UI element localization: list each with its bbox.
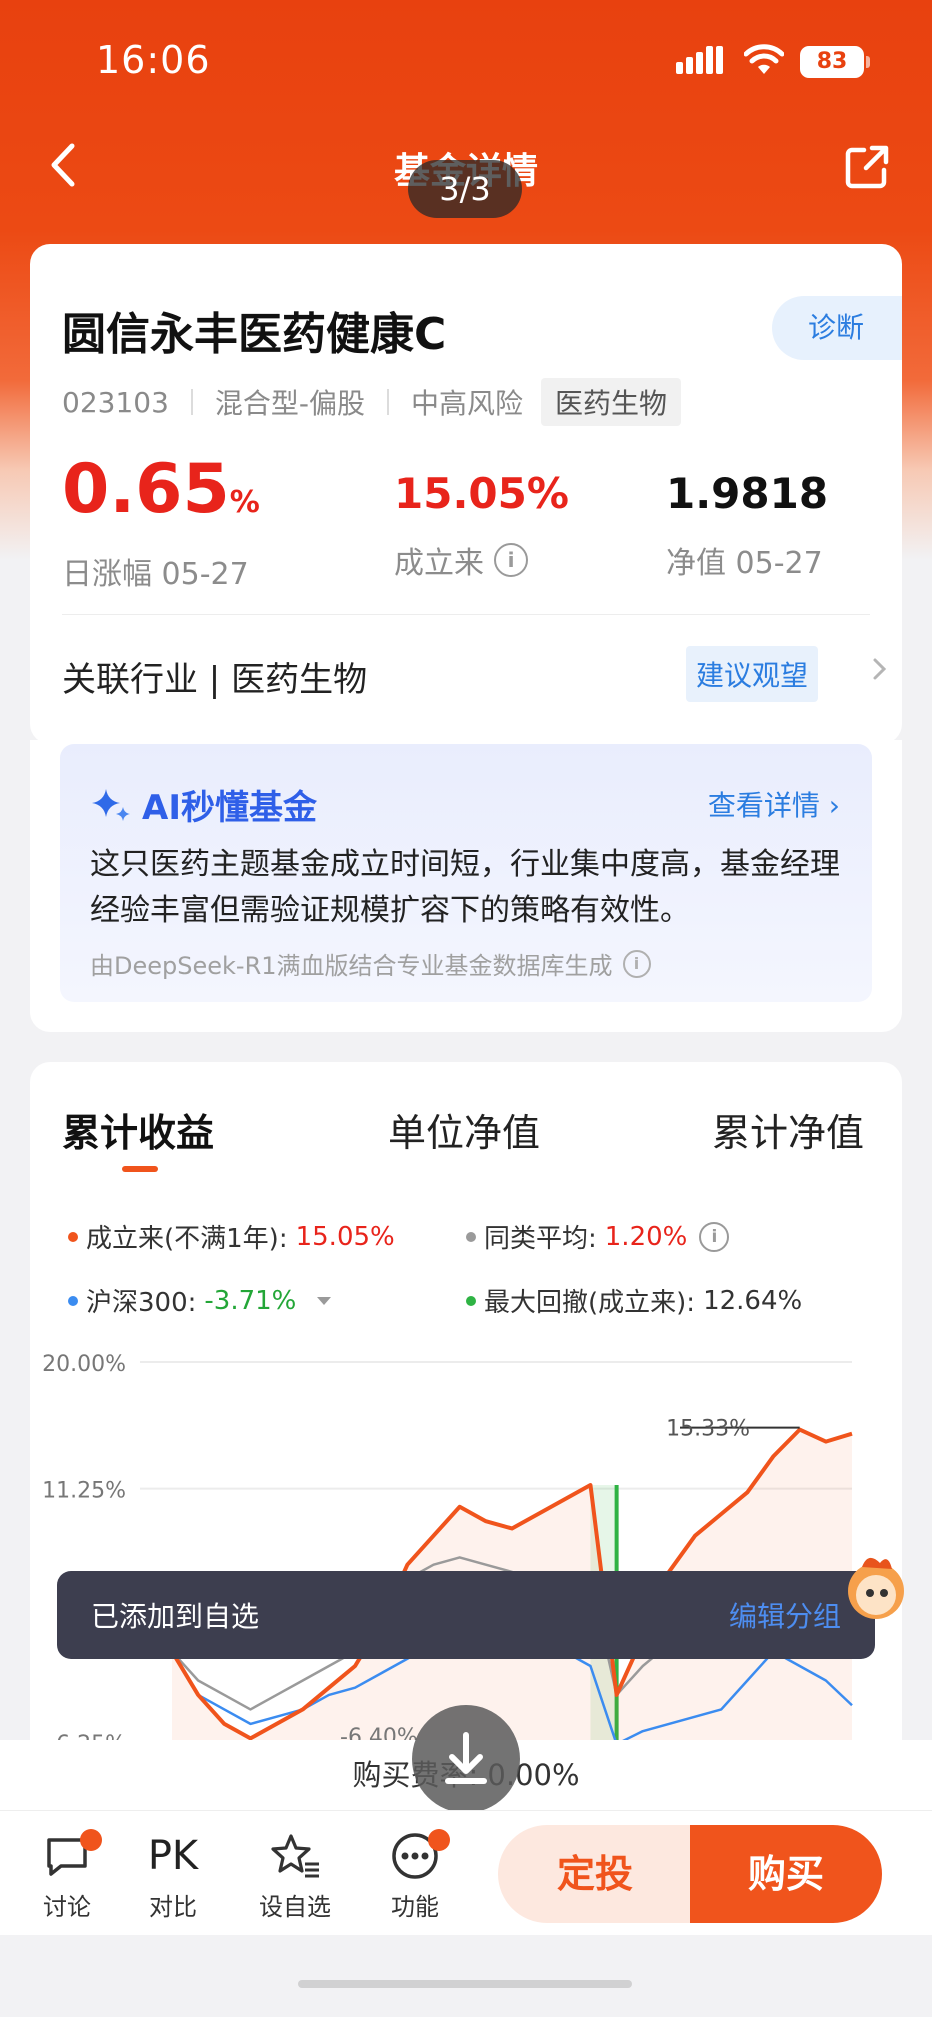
download-button[interactable] bbox=[412, 1705, 520, 1813]
cellular-signal-icon bbox=[676, 46, 726, 78]
mascot-icon[interactable] bbox=[832, 1545, 912, 1625]
y-tick-label: 11.25% bbox=[42, 1479, 126, 1504]
status-time: 16:06 bbox=[96, 38, 211, 82]
page-indicator: 3/3 bbox=[408, 160, 522, 218]
info-icon[interactable]: i bbox=[494, 543, 528, 577]
more-functions-label: 功能 bbox=[391, 1893, 439, 1921]
fund-meta: 023103 混合型-偏股 中高风险 医药生物 bbox=[62, 378, 682, 426]
battery-indicator: 83 bbox=[800, 46, 864, 78]
add-watchlist-label: 设自选 bbox=[259, 1893, 331, 1921]
chevron-right-icon[interactable] bbox=[870, 654, 890, 692]
ai-footer: 由DeepSeek-R1满血版结合专业基金数据库生成 i bbox=[90, 946, 651, 981]
buy-button[interactable]: 购买 bbox=[690, 1825, 882, 1923]
performance-chart-card: 累计收益 单位净值 累计净值 成立来(不满1年): 15.05% 同类平均: 1.2… bbox=[30, 1062, 902, 1782]
toast-message: 已添加到自选 bbox=[91, 1600, 260, 1633]
ai-detail-link[interactable]: 查看详情 › bbox=[708, 784, 840, 824]
ai-summary-text: 这只医药主题基金成立时间短，行业集中度高，基金经理经验丰富但需验证规模扩容下的策… bbox=[90, 847, 840, 928]
since-inception-stat: 15.05% 成立来 i bbox=[394, 468, 569, 582]
fund-risk: 中高风险 bbox=[411, 387, 524, 420]
since-inception-value: 15.05% bbox=[394, 469, 569, 518]
fund-code: 023103 bbox=[62, 385, 169, 419]
pk-icon: PK bbox=[147, 1833, 199, 1879]
share-icon[interactable] bbox=[842, 142, 892, 196]
add-watchlist-button[interactable]: 设自选 bbox=[250, 1825, 340, 1922]
battery-tip bbox=[866, 56, 870, 68]
ai-detail-label: 查看详情 bbox=[707, 789, 820, 822]
nav-value: 1.9818 bbox=[666, 469, 829, 518]
ai-footer-text: 由DeepSeek-R1满血版结合专业基金数据库生成 bbox=[90, 952, 613, 980]
nav-label: 净值 05-27 bbox=[666, 546, 823, 581]
notification-dot bbox=[428, 1829, 450, 1851]
since-inception-label: 成立来 bbox=[394, 546, 484, 581]
ai-summary-card: AI秒懂基金 查看详情 › 这只医药主题基金成立时间短，行业集中度高，基金经理经… bbox=[30, 740, 902, 1032]
meta-divider bbox=[190, 389, 193, 415]
sparkle-icon bbox=[92, 788, 130, 821]
compare-button[interactable]: PK 对比 bbox=[128, 1825, 218, 1922]
fund-name: 圆信永丰医药健康C bbox=[62, 309, 447, 360]
home-indicator bbox=[298, 1980, 632, 1988]
home-indicator-area bbox=[0, 1935, 932, 2017]
daily-change-stat: 0.65% 日涨幅 05-27 bbox=[62, 452, 260, 593]
ai-summary-box[interactable]: AI秒懂基金 查看详情 › 这只医药主题基金成立时间短，行业集中度高，基金经理经… bbox=[60, 744, 872, 1002]
more-functions-button[interactable]: 功能 bbox=[370, 1825, 460, 1922]
fund-type: 混合型-偏股 bbox=[214, 387, 365, 420]
diagnose-button[interactable]: 诊断 bbox=[772, 296, 902, 360]
divider bbox=[62, 614, 870, 615]
notification-dot bbox=[80, 1829, 102, 1851]
edit-group-button[interactable]: 编辑分组 bbox=[729, 1595, 841, 1635]
daily-change-unit: % bbox=[229, 485, 260, 520]
meta-divider bbox=[387, 389, 389, 415]
related-industry[interactable]: 关联行业 | 医药生物 bbox=[62, 652, 367, 701]
discuss-label: 讨论 bbox=[43, 1893, 91, 1921]
ai-title: AI秒懂基金 bbox=[90, 780, 317, 829]
bottom-action-bar: 讨论 PK 对比 设自选 功能 定投 购买 bbox=[0, 1810, 932, 1935]
advice-badge[interactable]: 建议观望 bbox=[686, 646, 819, 702]
return-chart[interactable]: 20.00%11.25%-6.25%15.33%-6.40% bbox=[30, 1062, 902, 1782]
discuss-button[interactable]: 讨论 bbox=[22, 1825, 112, 1922]
wifi-icon bbox=[743, 44, 785, 80]
compare-label: 对比 bbox=[149, 1893, 197, 1921]
sector-tag: 医药生物 bbox=[541, 378, 682, 426]
max-annotation: 15.33% bbox=[666, 1417, 750, 1442]
nav-stat: 1.9818 净值 05-27 bbox=[666, 468, 828, 582]
download-icon bbox=[445, 1732, 487, 1784]
y-tick-label: 20.00% bbox=[42, 1352, 126, 1377]
daily-change-value: 0.65 bbox=[62, 450, 230, 529]
daily-change-label: 日涨幅 05-27 bbox=[62, 557, 249, 592]
star-list-icon bbox=[271, 1834, 319, 1878]
fund-info-card: 圆信永丰医药健康C 诊断 023103 混合型-偏股 中高风险 医药生物 0.6… bbox=[30, 244, 902, 744]
toast: 已添加到自选 编辑分组 bbox=[57, 1571, 875, 1659]
status-bar: 16:06 83 bbox=[0, 0, 932, 120]
info-icon[interactable]: i bbox=[622, 949, 651, 978]
auto-invest-button[interactable]: 定投 bbox=[498, 1825, 692, 1923]
ai-title-text: AI秒懂基金 bbox=[142, 788, 317, 828]
